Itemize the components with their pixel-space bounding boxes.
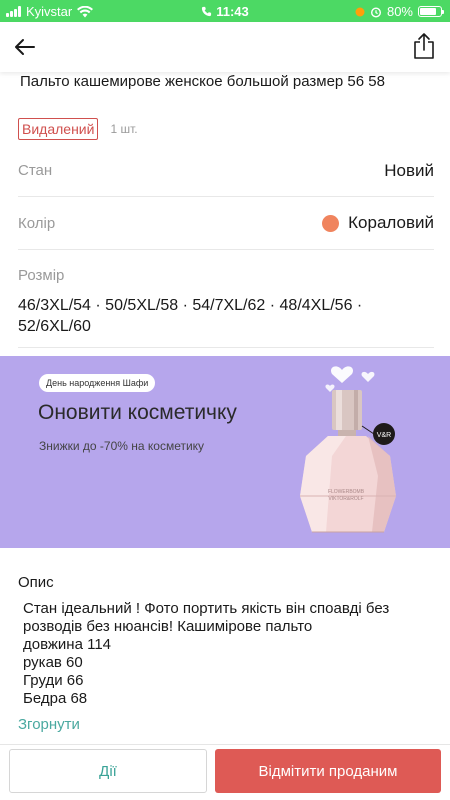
status-right: 80% [355, 4, 444, 19]
phone-icon [202, 6, 212, 17]
arrow-left-icon[interactable] [12, 34, 38, 60]
share-icon[interactable] [412, 32, 436, 60]
bottle-label-line2: VIKTOR&ROLF [328, 496, 363, 502]
battery-percent: 80% [386, 4, 413, 19]
product-title: Пальто кашемирове женское большой размер… [20, 73, 385, 90]
quantity-text: 1 шт. [110, 122, 138, 136]
status-row: Видалений 1 шт. [18, 118, 138, 140]
condition-label: Стан [18, 162, 53, 179]
location-icon [355, 7, 365, 16]
description-text: Стан ідеальний ! Фото портить якість він… [23, 600, 390, 707]
description-section: Опис Стан ідеальний ! Фото портить якіст… [0, 556, 450, 744]
battery-icon [418, 6, 444, 17]
condition-row: Стан Новий [18, 145, 434, 197]
perfume-bottle-image: FLOWERBOMB VIKTOR&ROLF V&R [300, 366, 396, 533]
actions-button[interactable]: Дії [9, 749, 207, 793]
bottom-action-bar: Дії Відмітити проданим [0, 744, 450, 800]
description-heading: Опис [18, 574, 54, 591]
color-value: Кораловий [348, 213, 434, 232]
color-label: Колір [18, 214, 56, 232]
condition-value: Новий [384, 160, 434, 180]
clock: 11:43 [216, 4, 249, 19]
size-row: Розмір 46/3XL/54 · 50/5XL/58 · 54/7XL/62… [18, 255, 434, 348]
size-value: 46/3XL/54 · 50/5XL/58 · 54/7XL/62 · 48/4… [18, 297, 363, 335]
size-label: Розмір [18, 267, 65, 284]
banner-subtitle: Знижки до -70% на косметику [39, 439, 205, 453]
status-bar: Kyivstar 11:43 80% [0, 0, 450, 22]
bottle-tag: V&R [377, 432, 391, 439]
bottle-label-line1: FLOWERBOMB [328, 489, 365, 495]
promo-banner[interactable]: День народження Шафи Оновити косметичку … [0, 356, 450, 548]
color-row: Колір Кораловий [18, 197, 434, 250]
status-badge: Видалений [18, 118, 99, 140]
collapse-link[interactable]: Згорнути [18, 716, 80, 733]
mark-sold-button[interactable]: Відмітити проданим [215, 749, 441, 793]
color-value-wrap: Кораловий [322, 213, 434, 233]
banner-chip: День народження Шафи [39, 374, 156, 392]
alarm-icon [370, 6, 381, 18]
color-swatch [322, 214, 340, 232]
banner-title: Оновити косметичку [38, 401, 237, 424]
top-navigation [0, 22, 450, 72]
